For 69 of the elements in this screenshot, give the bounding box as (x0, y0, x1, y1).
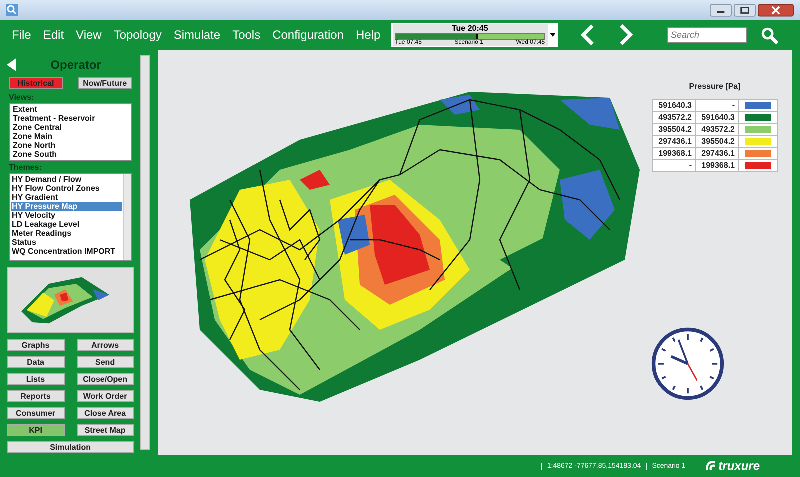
legend-cell: 297436.1 (652, 136, 696, 148)
tool-button[interactable]: Close Area (76, 407, 134, 419)
theme-item[interactable]: LD Leakage Level (11, 220, 122, 229)
menu-item[interactable]: Tools (232, 28, 261, 42)
legend-cell: - (652, 160, 696, 172)
back-arrow-icon[interactable] (7, 58, 16, 72)
logo-icon (704, 460, 717, 472)
tool-button[interactable]: Lists (7, 373, 65, 385)
tool-button[interactable]: Consumer (7, 407, 65, 419)
tool-button[interactable]: Close/Open (76, 373, 134, 385)
legend-cell: 297436.1 (696, 148, 738, 160)
legend-cell: - (696, 100, 738, 112)
simulation-button[interactable]: Simulation (7, 441, 134, 453)
mode-button[interactable]: Now/Future (78, 77, 132, 89)
list-entry[interactable]: Zone South (12, 150, 130, 159)
list-entry[interactable]: Zone Main (12, 132, 130, 141)
legend-cell: 493572.2 (696, 124, 738, 136)
tool-button[interactable]: KPI (7, 424, 65, 436)
theme-item[interactable]: Status (11, 238, 122, 247)
search-icon[interactable] (761, 26, 778, 44)
tool-button[interactable]: Reports (7, 390, 65, 402)
mode-button[interactable]: Historical (9, 77, 63, 89)
views-label: Views: (9, 93, 36, 102)
minimize-icon[interactable] (710, 4, 732, 16)
close-icon[interactable] (758, 4, 794, 16)
menu-item[interactable]: Edit (43, 28, 64, 42)
legend-cell: 395504.2 (652, 124, 696, 136)
themes-label: Themes: (9, 163, 43, 172)
overview-map[interactable] (7, 267, 134, 333)
list-entry[interactable]: Zone Central (12, 123, 130, 132)
menu-item[interactable]: Simulate (174, 28, 221, 42)
menu-item[interactable]: Help (356, 28, 381, 42)
dropdown-icon[interactable] (550, 33, 556, 37)
legend-cell: 199368.1 (696, 160, 738, 172)
theme-item[interactable]: Meter Readings (11, 229, 122, 238)
tool-button[interactable]: Street Map (76, 424, 134, 436)
logo-text: truxure (718, 459, 760, 473)
panel-scrollbar[interactable] (140, 55, 150, 450)
timeline-slider[interactable] (396, 34, 478, 39)
tool-button[interactable]: Data (7, 356, 65, 368)
theme-item[interactable]: HY Pressure Map (11, 202, 122, 211)
tool-button[interactable]: Send (76, 356, 134, 368)
legend-title: Pressure [Pa] (689, 82, 741, 91)
theme-item[interactable]: HY Flow Control Zones (11, 184, 122, 193)
theme-item[interactable]: HY Velocity (11, 211, 122, 220)
list-scrollbar[interactable] (123, 174, 132, 260)
theme-item[interactable]: HY Gradient (11, 193, 122, 202)
menu-item[interactable]: View (76, 28, 102, 42)
tool-button[interactable]: Arrows (76, 339, 134, 351)
list-entry[interactable]: Extent (12, 105, 130, 114)
tool-button[interactable]: Graphs (7, 339, 65, 351)
maximize-icon[interactable] (734, 4, 756, 16)
theme-item[interactable]: HY Demand / Flow (11, 175, 122, 184)
theme-item[interactable]: WQ Concentration IMPORT (11, 247, 122, 256)
menu-item[interactable]: File (12, 28, 32, 42)
panel-title: Operator (50, 58, 102, 72)
legend-cell: 199368.1 (652, 148, 696, 160)
list-entry[interactable]: Treatment - Reservoir (12, 114, 130, 123)
legend-cell: 493572.2 (652, 112, 696, 124)
legend-cell: 591640.3 (696, 112, 738, 124)
list-entry[interactable]: Zone North (12, 141, 130, 150)
tool-button[interactable]: Work Order (76, 390, 134, 402)
legend-cell: 395504.2 (696, 136, 738, 148)
current-time: Tue 20:45 (452, 24, 488, 33)
legend-cell: 591640.3 (652, 100, 696, 112)
menu-item[interactable]: Topology (114, 28, 162, 42)
menu-item[interactable]: Configuration (272, 28, 344, 42)
search-field[interactable]: Search (667, 27, 747, 43)
app-icon (6, 4, 18, 16)
